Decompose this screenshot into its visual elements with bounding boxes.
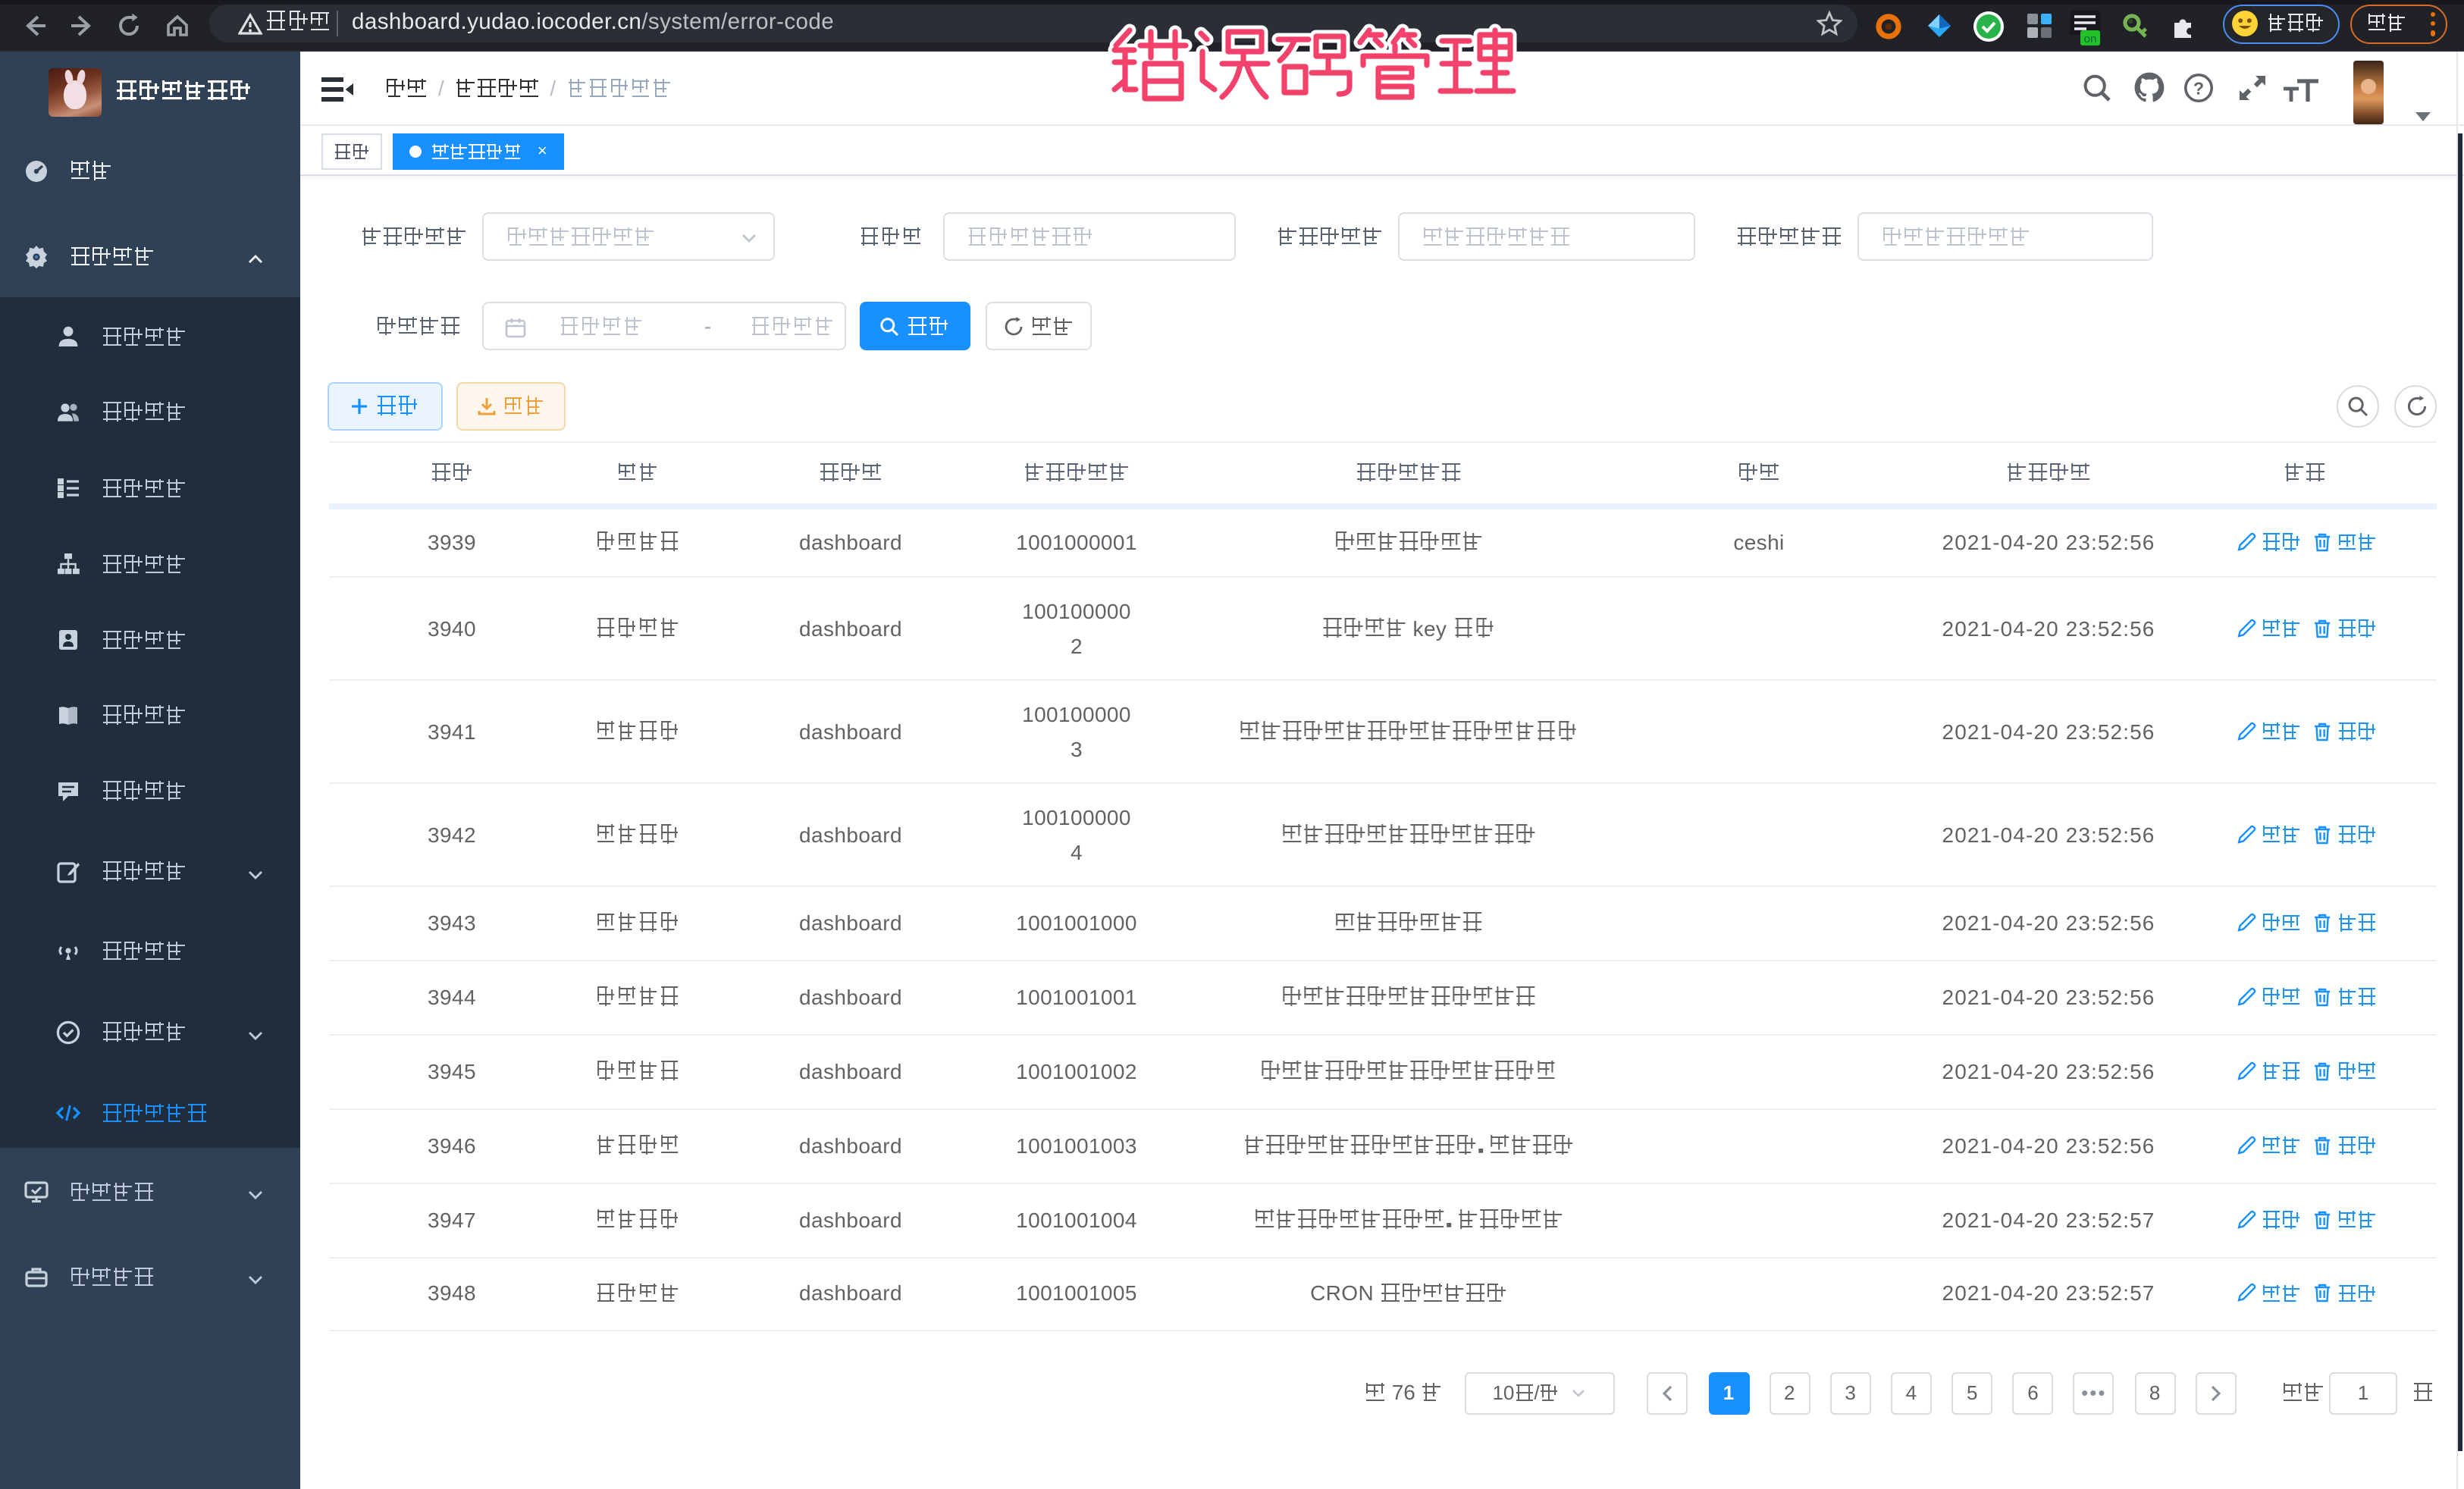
svg-text:?: ? xyxy=(2193,78,2204,98)
svg-text:on: on xyxy=(2084,33,2097,45)
